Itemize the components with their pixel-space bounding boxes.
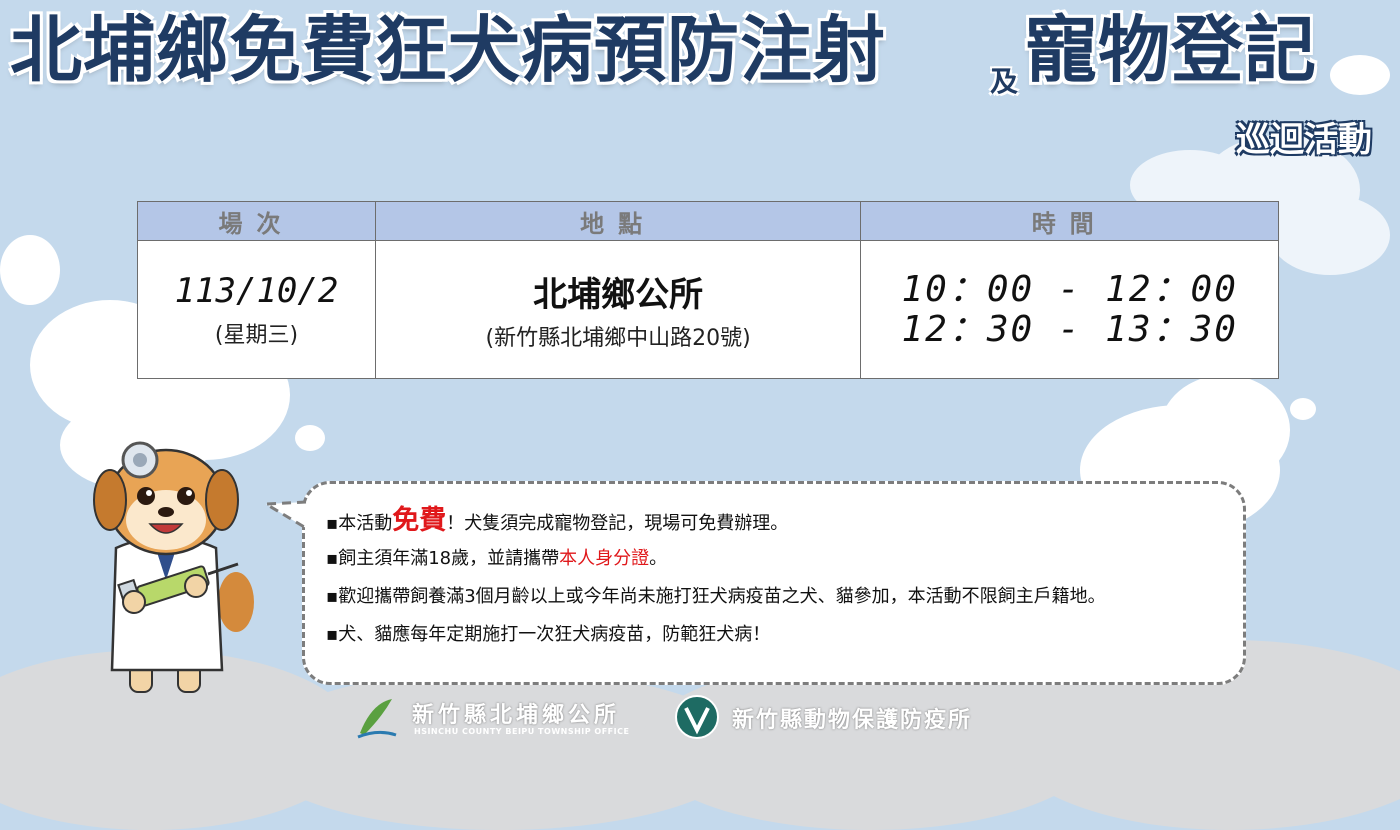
cloud <box>0 235 60 305</box>
animal-protection-logo-icon <box>675 695 719 739</box>
footer-org-beipu: 新竹縣北埔鄉公所 <box>412 703 621 728</box>
list-item: ▪犬、貓應每年定期施打一次狂犬病疫苗，防範狂犬病！ <box>326 624 771 645</box>
cloud <box>295 425 325 451</box>
title-connector: 及 <box>990 65 1019 98</box>
dog-doctor-mascot <box>93 441 254 693</box>
session-date: 113/10/2 <box>174 270 339 311</box>
note-2-pre: 飼主須年滿18歲，並請攜帶 <box>338 548 560 569</box>
location-name: 北埔鄉公所 <box>533 275 704 315</box>
note-2-highlight: 本人身分證 <box>559 548 650 569</box>
header-session: 場次 <box>137 201 376 241</box>
page-title-tail: 寵物登記 <box>1025 8 1318 92</box>
note-1-post: ！犬隻須完成寵物登記，現場可免費辦理。 <box>446 513 789 534</box>
cloud <box>1270 195 1390 275</box>
list-item: ▪飼主須年滿18歲，並請攜帶本人身分證。 <box>326 548 668 569</box>
time-slot-2: 12：30 - 13：30 <box>901 308 1238 350</box>
time-slot-1: 10：00 - 12：00 <box>901 268 1238 310</box>
note-4: 犬、貓應每年定期施打一次狂犬病疫苗，防範狂犬病！ <box>338 624 771 645</box>
location-cell: 北埔鄉公所 (新竹縣北埔鄉中山路20號) <box>374 240 862 379</box>
bubble-tail <box>262 500 307 530</box>
notes-list: ▪本活動免費！犬隻須完成寵物登記，現場可免費辦理。 ▪飼主須年滿18歲，並請攜帶… <box>326 502 1106 654</box>
footer-org-beipu-en: HSINCHU COUNTY BEIPU TOWNSHIP OFFICE <box>414 727 630 736</box>
session-cell: 113/10/2 (星期三) <box>137 240 376 379</box>
cloud <box>1290 398 1316 420</box>
location-address: (新竹縣北埔鄉中山路20號) <box>485 326 751 351</box>
page-subtitle: 巡迴活動 <box>1236 120 1372 160</box>
schedule-header-row: 場次 地點 時間 <box>137 201 1279 241</box>
cloud <box>1160 375 1290 485</box>
session-weekday: (星期三) <box>214 322 299 348</box>
page-title: 北埔鄉免費狂犬病預防注射 <box>10 8 887 92</box>
time-cell: 10：00 - 12：00 12：30 - 13：30 <box>860 240 1279 379</box>
note-2-post: 。 <box>649 548 668 569</box>
table-row: 113/10/2 (星期三) 北埔鄉公所 (新竹縣北埔鄉中山路20號) 10：0… <box>137 240 1279 379</box>
cloud <box>1330 55 1390 95</box>
list-item: ▪歡迎攜帶飼養滿3個月齡以上或今年尚未施打狂犬病疫苗之犬、貓參加，本活動不限飼主… <box>326 586 1106 607</box>
header-location: 地點 <box>374 201 862 241</box>
list-item: ▪本活動免費！犬隻須完成寵物登記，現場可免費辦理。 <box>326 505 789 536</box>
head-mirror-icon <box>121 441 159 479</box>
schedule-table: 場次 地點 時間 113/10/2 (星期三) 北埔鄉公所 (新竹縣北埔鄉中山路… <box>137 201 1279 379</box>
note-1-pre: 本活動 <box>338 513 393 534</box>
header-time: 時間 <box>860 201 1279 241</box>
note-1-highlight: 免費 <box>392 505 447 536</box>
beipu-logo-icon <box>357 699 397 739</box>
footer-org-animal-protection: 新竹縣動物保護防疫所 <box>732 708 973 733</box>
note-3: 歡迎攜帶飼養滿3個月齡以上或今年尚未施打狂犬病疫苗之犬、貓參加，本活動不限飼主戶… <box>338 586 1106 607</box>
